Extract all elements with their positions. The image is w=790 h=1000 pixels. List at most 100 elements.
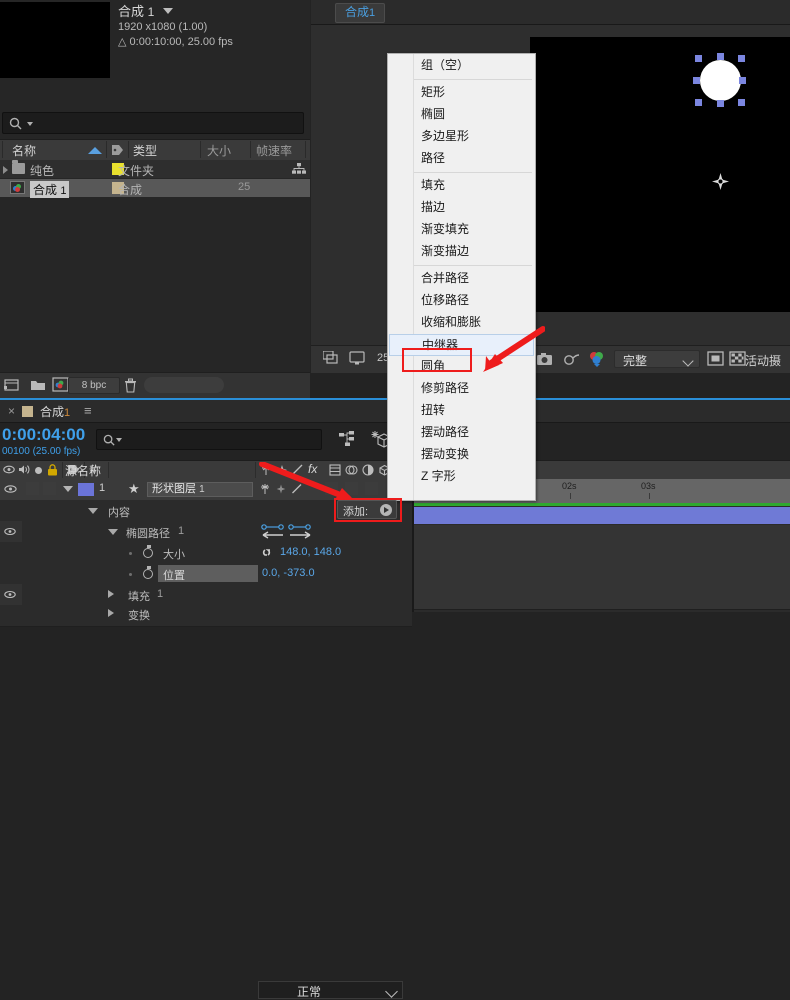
project-row-folder[interactable]: 纯色 文件夹 bbox=[0, 160, 310, 178]
property-row-ellipse-path[interactable]: 椭圆路径 1 bbox=[0, 521, 412, 543]
current-timecode[interactable]: 0:00:04:00 00100 (25.00 fps) bbox=[2, 425, 85, 457]
blend-mode-dropdown[interactable]: 正常 bbox=[258, 981, 403, 999]
menu-item-gradient-fill[interactable]: 渐变填充 bbox=[389, 219, 534, 241]
menu-item-wiggle-transform[interactable]: 摆动变换 bbox=[389, 444, 534, 466]
project-toolbar-pill[interactable] bbox=[144, 377, 224, 393]
selection-handle[interactable] bbox=[739, 77, 746, 84]
property-value[interactable]: 148.0, 148.0 bbox=[280, 546, 341, 558]
menu-item-ellipse[interactable]: 椭圆 bbox=[389, 104, 534, 126]
selection-handle[interactable] bbox=[717, 100, 724, 107]
close-icon[interactable]: × bbox=[8, 404, 15, 418]
timeline-search-input[interactable] bbox=[96, 429, 322, 450]
selection-handle[interactable] bbox=[695, 55, 702, 62]
column-framerate[interactable]: 帧速率 bbox=[256, 142, 292, 159]
project-search-input[interactable] bbox=[2, 112, 304, 134]
composition-canvas[interactable] bbox=[530, 37, 790, 312]
menu-item-fill[interactable]: 填充 bbox=[389, 175, 534, 197]
region-of-interest-icon[interactable] bbox=[707, 351, 724, 366]
eye-icon[interactable] bbox=[4, 590, 16, 599]
solo-icon[interactable] bbox=[35, 467, 42, 474]
add-shape-context-menu[interactable]: 组（空） 矩形 椭圆 多边星形 路径 填充 描边 渐变填充 渐变描边 合并路径 … bbox=[387, 53, 536, 501]
menu-item-group[interactable]: 组（空） bbox=[389, 55, 534, 77]
new-folder-icon[interactable] bbox=[30, 378, 46, 392]
panel-menu-icon[interactable]: ≡ bbox=[84, 403, 92, 418]
property-label: 位置 bbox=[163, 570, 185, 582]
selection-handle[interactable] bbox=[738, 55, 745, 62]
column-size[interactable]: 大小 bbox=[207, 142, 231, 159]
menu-item-rectangle[interactable]: 矩形 bbox=[389, 82, 534, 104]
stopwatch-icon[interactable] bbox=[143, 545, 153, 558]
menu-item-stroke[interactable]: 描边 bbox=[389, 197, 534, 219]
add-shape-button[interactable]: 添加: bbox=[337, 500, 397, 519]
twirl-down-icon[interactable] bbox=[108, 529, 118, 535]
composition-flowchart-icon[interactable] bbox=[338, 430, 358, 448]
delete-icon[interactable] bbox=[124, 378, 137, 393]
property-row-size[interactable]: 大小 148.0, 148.0 bbox=[0, 542, 412, 564]
composition-stage[interactable] bbox=[311, 25, 790, 345]
menu-item-path[interactable]: 路径 bbox=[389, 148, 534, 170]
stopwatch-icon[interactable] bbox=[143, 566, 153, 579]
new-comp-icon[interactable] bbox=[4, 378, 20, 392]
path-direction-left-icon[interactable] bbox=[261, 524, 285, 540]
selection-handle[interactable] bbox=[695, 99, 702, 106]
layer-label-color[interactable] bbox=[78, 483, 94, 496]
composition-tabbar: 合成1 bbox=[311, 0, 790, 25]
disclosure-triangle-icon[interactable] bbox=[3, 166, 8, 174]
property-row-transform[interactable]: 变换 bbox=[0, 605, 412, 627]
anchor-point-icon[interactable] bbox=[712, 173, 729, 190]
column-name[interactable]: 名称 bbox=[12, 142, 36, 159]
tab-composition-1[interactable]: 合成1 bbox=[335, 3, 386, 23]
selection-handle[interactable] bbox=[693, 77, 700, 84]
twirl-down-icon[interactable] bbox=[88, 508, 98, 514]
menu-item-polystar[interactable]: 多边星形 bbox=[389, 126, 534, 148]
show-snapshot-icon[interactable] bbox=[563, 352, 580, 366]
transparency-grid-icon[interactable] bbox=[729, 351, 746, 366]
solo-toggle[interactable] bbox=[43, 482, 56, 495]
monitor-icon[interactable] bbox=[349, 351, 365, 365]
layer-name-field[interactable]: 形状图层 1 bbox=[147, 482, 253, 497]
eye-icon[interactable] bbox=[4, 484, 17, 494]
eye-icon[interactable] bbox=[4, 527, 16, 536]
property-row-fill[interactable]: 填充 1 bbox=[0, 584, 412, 606]
property-row-position[interactable]: 位置 0.0, -373.0 bbox=[0, 563, 412, 585]
active-camera-label[interactable]: 活动摄 bbox=[745, 352, 781, 369]
search-dropdown-icon[interactable] bbox=[116, 438, 122, 442]
label-tag-icon[interactable] bbox=[111, 144, 124, 156]
project-row-comp[interactable]: 合成 1 合成 25 bbox=[0, 179, 310, 198]
sort-ascending-icon[interactable] bbox=[88, 147, 102, 154]
channel-icon[interactable] bbox=[588, 350, 606, 367]
lock-icon[interactable] bbox=[47, 464, 58, 476]
ellipse-shape[interactable] bbox=[700, 60, 741, 101]
audio-toggle[interactable] bbox=[26, 482, 39, 495]
layer-twirl-icon[interactable] bbox=[63, 486, 73, 492]
selection-handle[interactable] bbox=[738, 99, 745, 106]
menu-item-wiggle-paths[interactable]: 摆动路径 bbox=[389, 422, 534, 444]
always-preview-icon[interactable] bbox=[323, 351, 339, 365]
menu-item-merge-paths[interactable]: 合并路径 bbox=[389, 268, 534, 290]
property-number: 1 bbox=[178, 525, 185, 537]
timeline-tab-title[interactable]: 合成1 bbox=[40, 403, 70, 420]
menu-item-zigzag[interactable]: Z 字形 bbox=[389, 466, 534, 488]
twirl-right-icon[interactable] bbox=[108, 590, 114, 598]
quality-dropdown[interactable]: 完整 bbox=[614, 350, 700, 368]
property-eye-cell[interactable] bbox=[0, 584, 22, 605]
twirl-right-icon[interactable] bbox=[108, 609, 114, 617]
menu-item-offset-paths[interactable]: 位移路径 bbox=[389, 290, 534, 312]
audio-icon[interactable] bbox=[18, 464, 31, 475]
timeline-tracks[interactable] bbox=[414, 503, 790, 612]
chevron-down-icon[interactable] bbox=[162, 8, 173, 14]
layer-duration-bar[interactable] bbox=[414, 507, 790, 524]
menu-item-gradient-stroke[interactable]: 渐变描边 bbox=[389, 241, 534, 263]
selection-handle[interactable] bbox=[717, 53, 724, 60]
property-eye-cell[interactable] bbox=[0, 521, 22, 542]
bit-depth-button[interactable]: 8 bpc bbox=[68, 377, 120, 394]
menu-item-twist[interactable]: 扭转 bbox=[389, 400, 534, 422]
path-direction-right-icon[interactable] bbox=[288, 524, 312, 540]
property-value[interactable]: 0.0, -373.0 bbox=[262, 567, 315, 579]
link-constrain-icon[interactable] bbox=[260, 546, 275, 559]
search-dropdown-icon[interactable] bbox=[27, 122, 33, 126]
column-source-name[interactable]: 源名称 bbox=[65, 462, 101, 479]
eye-icon[interactable] bbox=[3, 464, 15, 475]
column-type[interactable]: 类型 bbox=[133, 142, 157, 159]
comp-settings-icon[interactable] bbox=[52, 377, 69, 392]
